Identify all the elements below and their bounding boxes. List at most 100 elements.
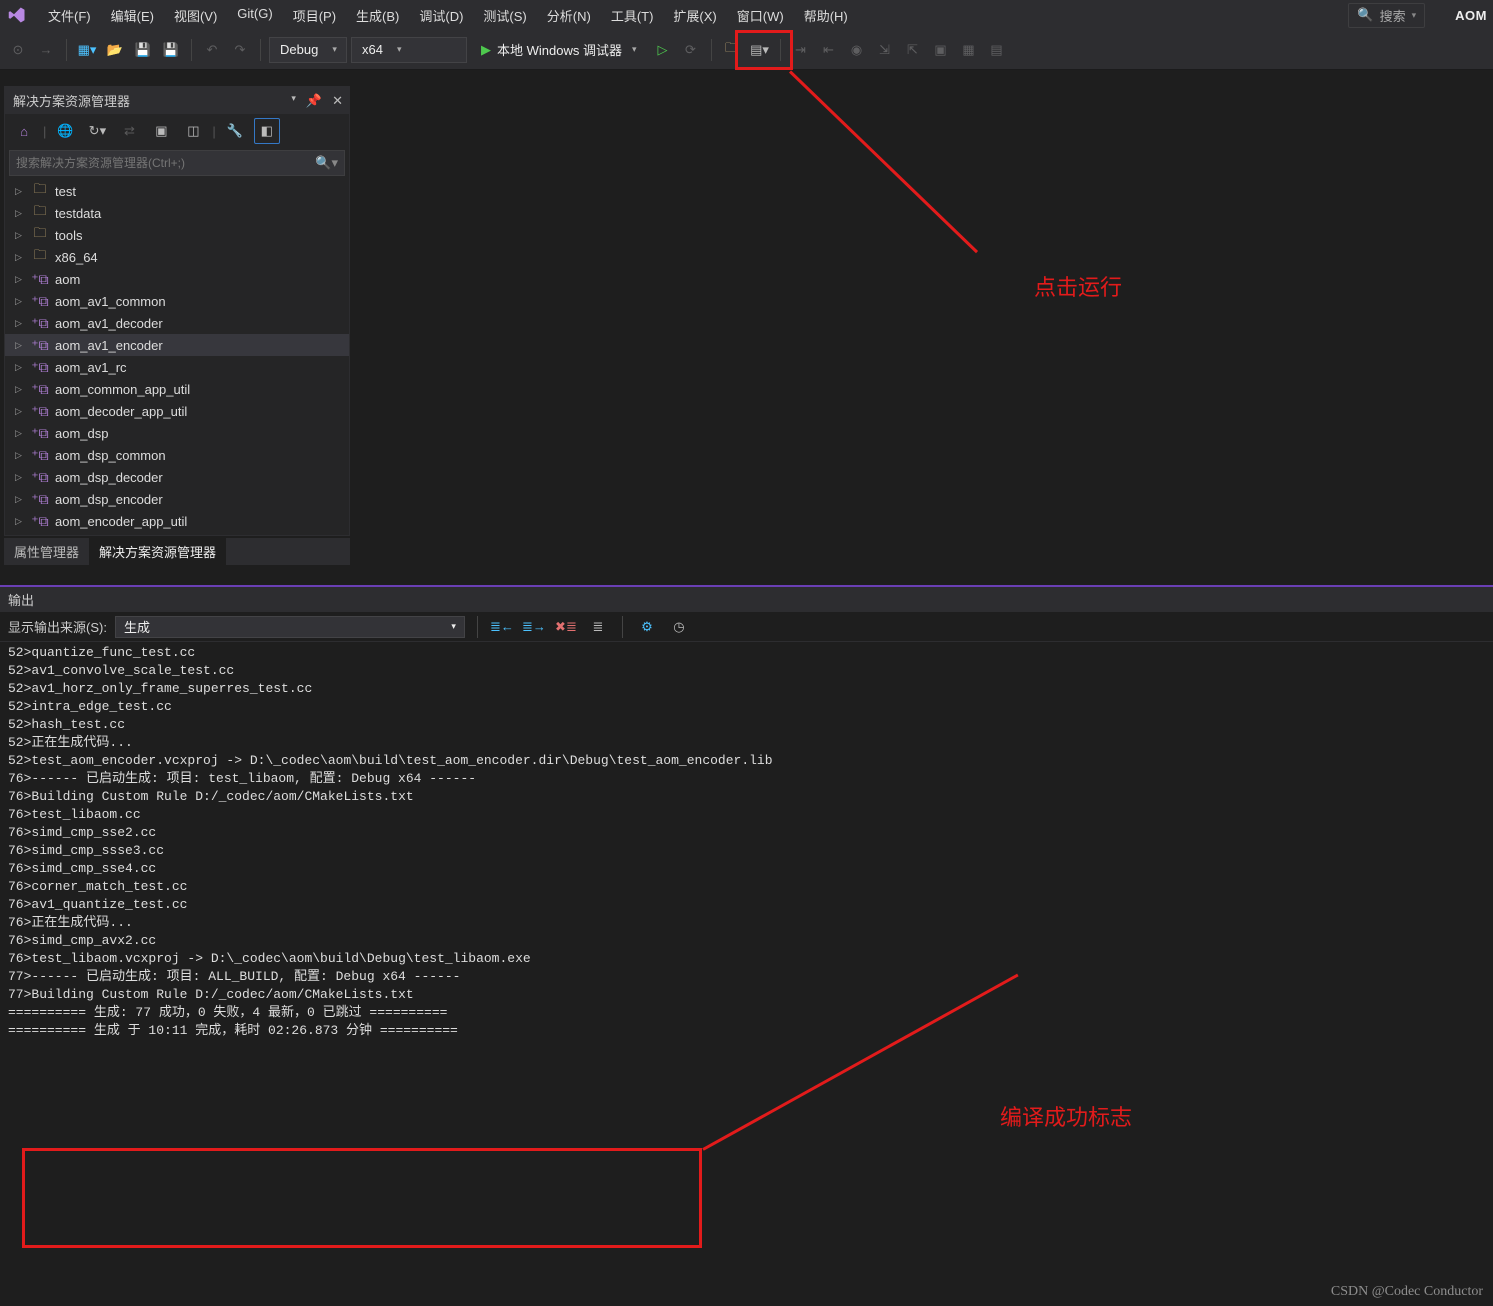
nav-fwd-icon[interactable]: → — [34, 38, 58, 62]
step-icon-1[interactable]: ⇥ — [789, 38, 813, 62]
output-source-combo[interactable]: 生成 ▾ — [115, 616, 465, 638]
step-icon-2[interactable]: ⇤ — [817, 38, 841, 62]
codelink-icon[interactable]: ⚙ — [635, 615, 659, 639]
expand-icon[interactable]: ▷ — [15, 428, 25, 439]
pin-icon[interactable]: 📌 — [306, 93, 322, 109]
menu-item[interactable]: 编辑(E) — [101, 2, 164, 29]
tree-item[interactable]: ▷⁺⧉aom_dsp_encoder — [5, 488, 349, 510]
tree-item[interactable]: ▷🗀testdata — [5, 202, 349, 224]
preview-icon[interactable]: ◧ — [254, 118, 280, 144]
dropdown-icon[interactable]: ▾ — [291, 93, 296, 109]
tree-item[interactable]: ▷⁺⧉aom_dsp_decoder — [5, 466, 349, 488]
clear-icon[interactable]: ✖≣ — [554, 615, 578, 639]
tree-item[interactable]: ▷⁺⧉aom_dsp — [5, 422, 349, 444]
tree-item[interactable]: ▷⁺⧉aom_common_app_util — [5, 378, 349, 400]
menu-item[interactable]: 帮助(H) — [794, 2, 858, 29]
sync-icon[interactable]: ⇄ — [116, 118, 142, 144]
run-no-debug-icon[interactable]: ▷ — [651, 38, 675, 62]
timer-icon[interactable]: ◷ — [667, 615, 691, 639]
expand-icon[interactable]: ▷ — [15, 450, 25, 461]
tree-item[interactable]: ▷⁺⧉aom — [5, 268, 349, 290]
refresh-icon[interactable]: ↻▾ — [84, 118, 110, 144]
stop-icon[interactable]: ⟳ — [679, 38, 703, 62]
project-tree[interactable]: ▷🗀test▷🗀testdata▷🗀tools▷🗀x86_64▷⁺⧉aom▷⁺⧉… — [5, 180, 349, 535]
tree-item[interactable]: ▷⁺⧉aom_encoder_stats — [5, 532, 349, 535]
tool-icon[interactable]: ▤▾ — [748, 38, 772, 62]
tree-item[interactable]: ▷⁺⧉aom_av1_rc — [5, 356, 349, 378]
global-search[interactable]: 🔍 搜索 ▾ — [1348, 3, 1425, 28]
step-icon-3[interactable]: ◉ — [845, 38, 869, 62]
menu-item[interactable]: 文件(F) — [38, 2, 101, 29]
menu-item[interactable]: 调试(D) — [409, 2, 473, 29]
menu-item[interactable]: 扩展(X) — [663, 2, 726, 29]
tree-item[interactable]: ▷⁺⧉aom_av1_decoder — [5, 312, 349, 334]
menu-item[interactable]: 生成(B) — [346, 2, 409, 29]
step-icon-6[interactable]: ▣ — [929, 38, 953, 62]
tree-item[interactable]: ▷⁺⧉aom_decoder_app_util — [5, 400, 349, 422]
expand-icon[interactable]: ▷ — [15, 472, 25, 483]
tree-item-label: test — [55, 184, 76, 199]
step-icon-4[interactable]: ⇲ — [873, 38, 897, 62]
menu-item[interactable]: 工具(T) — [601, 2, 664, 29]
project-icon: ⁺⧉ — [31, 491, 49, 507]
expand-icon[interactable]: ▷ — [15, 384, 25, 395]
explorer-search[interactable]: 🔍▾ — [9, 150, 345, 176]
menu-item[interactable]: 测试(S) — [473, 2, 536, 29]
expand-icon[interactable]: ▷ — [15, 186, 25, 197]
home-icon[interactable]: ⌂ — [11, 118, 37, 144]
menu-item[interactable]: Git(G) — [227, 2, 282, 29]
tab-solution-explorer[interactable]: 解决方案资源管理器 — [89, 538, 226, 565]
expand-icon[interactable]: ▷ — [15, 362, 25, 373]
save-all-icon[interactable]: 💾 — [159, 38, 183, 62]
expand-icon[interactable]: ▷ — [15, 406, 25, 417]
tree-item[interactable]: ▷⁺⧉aom_av1_encoder — [5, 334, 349, 356]
expand-icon[interactable]: ▷ — [15, 318, 25, 329]
tree-item[interactable]: ▷⁺⧉aom_dsp_common — [5, 444, 349, 466]
tree-item[interactable]: ▷🗀x86_64 — [5, 246, 349, 268]
expand-icon[interactable]: ▷ — [15, 208, 25, 219]
undo-icon[interactable]: ↶ — [200, 38, 224, 62]
expand-icon[interactable]: ▷ — [15, 516, 25, 527]
step-icon-8[interactable]: ▤ — [985, 38, 1009, 62]
goto-next-icon[interactable]: ≣→ — [522, 615, 546, 639]
expand-icon[interactable]: ▷ — [15, 296, 25, 307]
expand-icon[interactable]: ▷ — [15, 494, 25, 505]
expand-icon[interactable]: ▷ — [15, 252, 25, 263]
output-text[interactable]: 52>quantize_func_test.cc 52>av1_convolve… — [0, 642, 1493, 1306]
wrap-icon[interactable]: ≣ — [586, 615, 610, 639]
tree-item[interactable]: ▷⁺⧉aom_av1_common — [5, 290, 349, 312]
tab-property-manager[interactable]: 属性管理器 — [4, 538, 89, 565]
tree-item[interactable]: ▷⁺⧉aom_encoder_app_util — [5, 510, 349, 532]
play-icon: ▶ — [481, 42, 491, 58]
run-debug-button[interactable]: ▶ 本地 Windows 调试器 ▾ — [471, 37, 647, 63]
tree-item[interactable]: ▷🗀test — [5, 180, 349, 202]
collapse-icon[interactable]: ▣ — [148, 118, 174, 144]
redo-icon[interactable]: ↷ — [228, 38, 252, 62]
menu-item[interactable]: 项目(P) — [283, 2, 346, 29]
properties-icon[interactable]: 🔧 — [222, 118, 248, 144]
globe-icon[interactable]: 🌐 — [52, 118, 78, 144]
goto-prev-icon[interactable]: ≣← — [490, 615, 514, 639]
solution-name: AOM — [1455, 8, 1487, 23]
menu-item[interactable]: 窗口(W) — [727, 2, 794, 29]
config-combo[interactable]: Debug▾ — [269, 37, 347, 63]
close-icon[interactable]: ✕ — [332, 93, 343, 109]
new-project-icon[interactable]: ▦▾ — [75, 38, 99, 62]
tree-item[interactable]: ▷🗀tools — [5, 224, 349, 246]
explorer-search-input[interactable] — [16, 156, 315, 170]
menu-item[interactable]: 视图(V) — [164, 2, 227, 29]
step-icon-7[interactable]: ▦ — [957, 38, 981, 62]
open-file-icon[interactable]: 📂 — [103, 38, 127, 62]
browse-icon[interactable]: 🗀 — [720, 38, 744, 62]
expand-icon[interactable]: ▷ — [15, 274, 25, 285]
expand-icon[interactable]: ▷ — [15, 230, 25, 241]
output-panel: 输出 显示输出来源(S): 生成 ▾ ≣← ≣→ ✖≣ ≣ ⚙ ◷ 52>qua… — [0, 585, 1493, 1306]
show-all-icon[interactable]: ◫ — [180, 118, 206, 144]
expand-icon[interactable]: ▷ — [15, 340, 25, 351]
nav-back-icon[interactable]: ⊙ — [6, 38, 30, 62]
menu-item[interactable]: 分析(N) — [537, 2, 601, 29]
step-icon-5[interactable]: ⇱ — [901, 38, 925, 62]
tree-item-label: aom_av1_encoder — [55, 338, 163, 353]
save-icon[interactable]: 💾 — [131, 38, 155, 62]
platform-combo[interactable]: x64▾ — [351, 37, 467, 63]
